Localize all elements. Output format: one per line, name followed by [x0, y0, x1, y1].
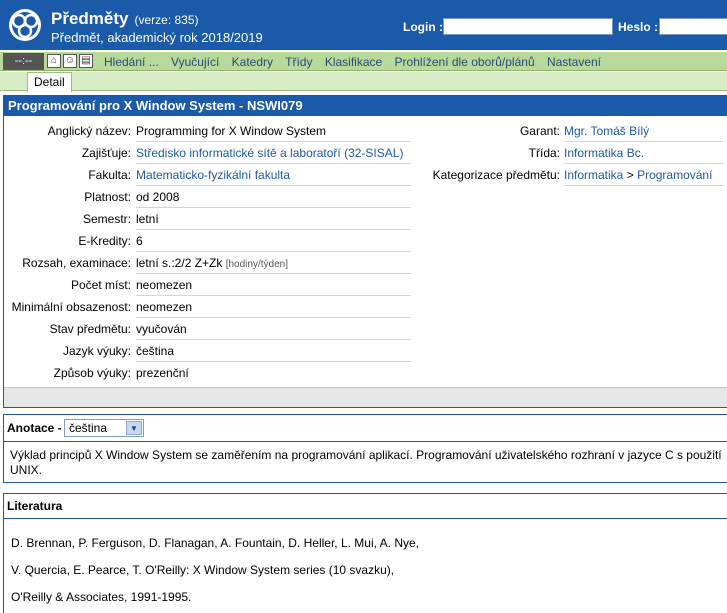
row-label: Garant: — [519, 124, 560, 138]
menu-item-teachers[interactable]: Vyučující — [171, 55, 219, 69]
class-link[interactable]: Informatika Bc. — [564, 142, 724, 164]
literature-panel: Literatura D. Brennan, P. Ferguson, D. F… — [3, 493, 727, 613]
category-programming-link[interactable]: Programování — [637, 168, 712, 182]
menu-time-label: --:-- — [3, 53, 44, 70]
menu-item-browse-plans[interactable]: Prohlížení dle oborů/plánů — [395, 55, 535, 69]
annotation-language-value: čeština — [69, 421, 108, 435]
home-icon[interactable]: ⌂ — [47, 54, 61, 68]
row-label: Počet míst: — [70, 278, 131, 292]
row-class: Třída: Informatika Bc. — [4, 142, 727, 164]
row-value: prezenční — [136, 366, 189, 380]
row-value: vyučován — [136, 318, 411, 340]
password-label: Heslo : — [618, 20, 659, 34]
row-label: Jazyk výuky: — [62, 344, 131, 358]
menu-items: Hledání ... Vyučující Katedry Třídy Klas… — [104, 55, 610, 69]
tab-row: Detail — [0, 72, 727, 92]
menu-item-settings[interactable]: Nastavení — [547, 55, 601, 69]
row-label: Rozsah, examinace: — [22, 256, 131, 270]
row-label: Minimální obsazenost: — [11, 300, 131, 314]
row-label: E-Kredity: — [78, 234, 131, 248]
app-title: Předměty (verze: 835) — [51, 9, 199, 28]
row-label: Způsob výuky: — [53, 366, 131, 380]
app-version: (verze: 835) — [134, 13, 199, 27]
row-categorization: Kategorizace předmětu: Informatika > Pro… — [4, 164, 727, 186]
guarantor-link[interactable]: Mgr. Tomáš Bílý — [564, 120, 724, 142]
annotation-line-2: UNIX. — [10, 463, 43, 477]
app-header: Předměty (verze: 835) Předmět, akademický… — [0, 0, 727, 50]
menu-item-departments[interactable]: Katedry — [232, 55, 273, 69]
chevron-down-icon: ▼ — [126, 421, 142, 435]
row-label: Platnost: — [84, 190, 131, 204]
annotation-language-select[interactable]: čeština ▼ — [64, 419, 144, 437]
course-title: Programování pro X Window System - NSWI0… — [4, 96, 727, 116]
literature-line-1: D. Brennan, P. Ferguson, D. Flanagan, A.… — [11, 536, 419, 550]
person-icon[interactable]: ☺ — [63, 54, 77, 68]
row-label: Semestr: — [82, 212, 131, 226]
menu-item-classification[interactable]: Klasifikace — [325, 55, 382, 69]
login-label: Login : — [403, 20, 443, 34]
row-label: Kategorizace předmětu: — [432, 168, 560, 182]
categorization-value: Informatika > Programování — [564, 164, 724, 186]
annotation-text: Výklad principů X Window System se zaměř… — [4, 442, 727, 484]
menu-item-search[interactable]: Hledání ... — [104, 55, 159, 69]
row-value: neomezen — [136, 296, 411, 318]
row-value: letní — [136, 208, 411, 230]
login-input[interactable] — [443, 18, 613, 35]
annotation-line-1: Výklad principů X Window System se zaměř… — [10, 448, 722, 462]
annotation-label: Anotace - — [7, 421, 62, 435]
literature-line-3: O'Reilly & Associates, 1991-1995. — [11, 590, 192, 604]
row-label: Třída: — [528, 146, 560, 160]
row-label: Stav předmětu: — [49, 322, 131, 336]
category-separator: > — [626, 168, 634, 182]
app-subtitle: Předmět, akademický rok 2018/2019 — [51, 30, 263, 45]
literature-header: Literatura — [4, 494, 727, 519]
panel-footer — [4, 387, 727, 407]
row-value: 6 — [136, 230, 411, 252]
print-icon[interactable]: ▤ — [79, 54, 93, 68]
annotation-header: Anotace - čeština ▼ — [4, 415, 727, 442]
row-value: čeština — [136, 340, 411, 362]
scope-unit-note: [hodiny/týden] — [225, 259, 288, 270]
row-value: od 2008 — [136, 186, 411, 208]
literature-line-2: V. Quercia, E. Pearce, T. O'Reilly: X Wi… — [11, 563, 395, 577]
tab-detail[interactable]: Detail — [27, 72, 72, 92]
category-informatics-link[interactable]: Informatika — [564, 168, 623, 182]
course-detail-panel: Programování pro X Window System - NSWI0… — [3, 95, 727, 408]
annotation-panel: Anotace - čeština ▼ Výklad principů X Wi… — [3, 414, 727, 483]
row-value: letní s.:2/2 Z+Zk [hodiny/týden] — [136, 252, 411, 274]
row-value: neomezen — [136, 274, 411, 296]
password-input[interactable] — [659, 18, 727, 35]
row-guarantor: Garant: Mgr. Tomáš Bílý — [4, 120, 727, 142]
scope-value: letní s.:2/2 Z+Zk — [136, 256, 223, 270]
menu-item-classes[interactable]: Třídy — [285, 55, 312, 69]
university-logo-icon — [6, 6, 44, 44]
main-menu-bar: --:-- ⌂ ☺ ▤ Hledání ... Vyučující Katedr… — [0, 52, 727, 71]
